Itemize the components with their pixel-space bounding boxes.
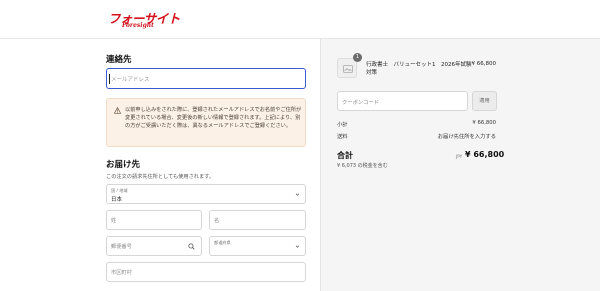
prefecture-select[interactable]: 都道府県: [209, 236, 306, 256]
country-label: 国 / 地域: [111, 188, 128, 193]
subtotal-label: 小計: [337, 122, 348, 128]
chevron-down-icon: [295, 193, 300, 196]
quantity-badge: 1: [353, 53, 362, 62]
warning-icon: [114, 107, 121, 114]
total-label: 合計: [337, 151, 353, 160]
search-icon: [188, 243, 195, 250]
foresight-logo[interactable]: フォーサイト Foresight: [108, 8, 180, 32]
postal-code-field[interactable]: 郵便番号: [106, 236, 202, 256]
apply-coupon-button[interactable]: 適用: [472, 91, 497, 111]
tax-note: ¥ 6,073 の税金を含む: [337, 163, 388, 169]
city-field[interactable]: 市区町村: [106, 262, 306, 282]
shipping-title: お届け先: [106, 160, 141, 170]
email-input[interactable]: メールアドレス: [106, 68, 306, 89]
notice-box: 以前申し込みをされた際に、登録されたメールアドレスでお名前やご住所が変更されてい…: [106, 98, 306, 147]
total-value: ¥ 66,800: [465, 150, 505, 159]
currency-code: JPY: [456, 154, 463, 159]
city-placeholder: 市区町村: [111, 270, 132, 276]
notice-text: 以前申し込みをされた際に、登録されたメールアドレスでお名前やご住所が変更されてい…: [125, 107, 302, 129]
first-name-field[interactable]: 名: [209, 210, 306, 230]
shipping-value: お届け先住所を入力する: [437, 134, 496, 140]
last-name-field[interactable]: 姓: [106, 210, 202, 230]
postal-placeholder: 郵便番号: [111, 244, 132, 250]
contact-title: 連絡先: [106, 55, 132, 65]
coupon-placeholder: クーポンコード: [342, 100, 380, 106]
coupon-input[interactable]: クーポンコード: [337, 91, 468, 111]
country-select[interactable]: 国 / 地域 日本: [106, 184, 306, 204]
country-value: 日本: [111, 197, 123, 203]
prefecture-label: 都道府県: [214, 240, 231, 245]
first-name-placeholder: 名: [214, 218, 220, 224]
image-placeholder-icon: [343, 65, 353, 73]
shipping-label: 送料: [337, 134, 348, 140]
header: フォーサイト Foresight: [0, 0, 600, 39]
text-caret: [109, 74, 110, 84]
email-placeholder: メールアドレス: [111, 77, 150, 83]
product-name: 行政書士 バリューセット1 2026年試験対策: [366, 62, 472, 76]
product-price: ¥ 66,800: [471, 61, 497, 67]
last-name-placeholder: 姓: [111, 218, 117, 224]
shipping-subtitle: この注文の請求先住所としても使用されます。: [106, 174, 215, 180]
chevron-down-icon: [295, 245, 300, 248]
subtotal-value: ¥ 66,800: [472, 120, 496, 126]
logo-subtext: Foresight: [122, 22, 154, 29]
